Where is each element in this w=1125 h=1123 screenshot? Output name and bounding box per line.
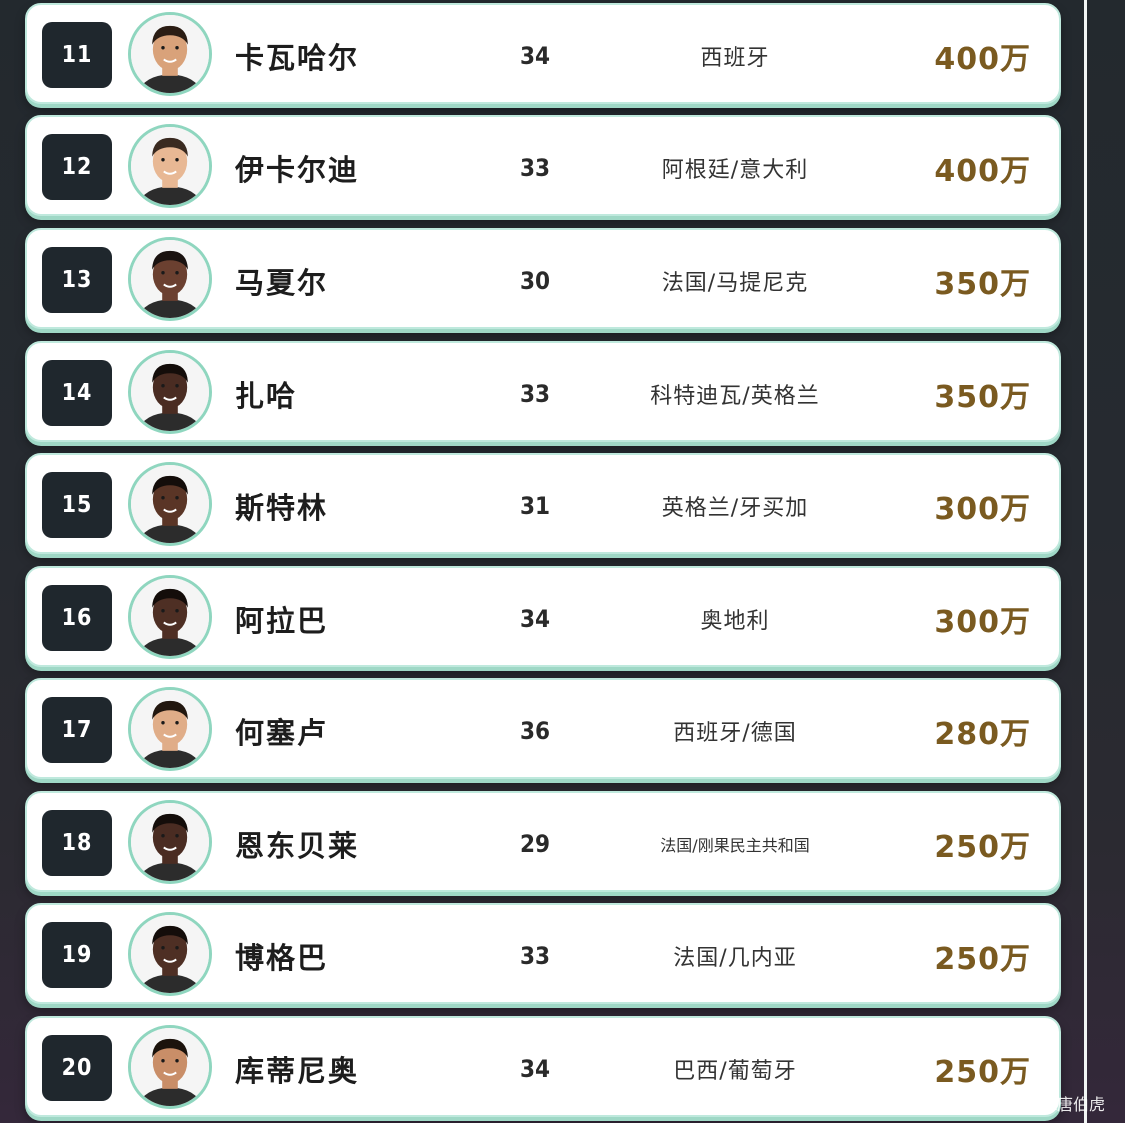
player-row[interactable]: 16 阿拉巴 34 奥地利 300万 xyxy=(25,566,1061,667)
player-value: 400万 xyxy=(934,153,1031,189)
player-age: 36 xyxy=(519,716,551,745)
player-nation: 巴西/葡萄牙 xyxy=(673,1058,797,1084)
player-portrait xyxy=(131,127,209,205)
player-avatar xyxy=(128,575,212,659)
player-avatar xyxy=(128,462,212,546)
rank-badge: 20 xyxy=(42,1035,112,1101)
player-nation: 法国/刚果民主共和国 xyxy=(660,835,810,855)
watermark-source: 网易号 xyxy=(981,1095,1030,1114)
player-avatar xyxy=(128,912,212,996)
player-avatar xyxy=(128,687,212,771)
player-value: 300万 xyxy=(934,604,1031,640)
player-avatar xyxy=(128,800,212,884)
player-avatar xyxy=(128,124,212,208)
player-nation: 法国/几内亚 xyxy=(673,945,797,971)
player-row[interactable]: 15 斯特林 31 英格兰/牙买加 300万 xyxy=(25,453,1061,554)
watermark-author: K唐伯虎 xyxy=(1046,1095,1106,1114)
player-age: 34 xyxy=(519,604,551,633)
player-portrait xyxy=(131,465,209,543)
player-avatar xyxy=(128,237,212,321)
player-list: 11 卡瓦哈尔 34 西班牙 400万 12 伊卡尔迪 33 阿根廷/意大利 4… xyxy=(0,0,1125,1123)
player-age: 33 xyxy=(519,379,551,408)
player-row[interactable]: 14 扎哈 33 科特迪瓦/英格兰 350万 xyxy=(25,341,1061,442)
player-age: 34 xyxy=(519,1054,551,1083)
rank-badge: 16 xyxy=(42,585,112,651)
player-portrait xyxy=(131,803,209,881)
player-portrait xyxy=(131,690,209,768)
player-value: 250万 xyxy=(934,941,1031,977)
player-age: 30 xyxy=(519,266,551,295)
player-name: 马夏尔 xyxy=(235,265,329,300)
player-portrait xyxy=(131,240,209,318)
player-nation: 西班牙 xyxy=(700,45,770,71)
rank-badge: 11 xyxy=(42,22,112,88)
player-value: 350万 xyxy=(934,379,1031,415)
player-avatar xyxy=(128,12,212,96)
watermark-separator: | xyxy=(1035,1093,1041,1113)
player-age: 33 xyxy=(519,941,551,970)
player-age: 33 xyxy=(519,153,551,182)
player-nation: 法国/马提尼克 xyxy=(661,270,809,296)
player-nation: 阿根廷/意大利 xyxy=(661,157,809,183)
rank-badge: 17 xyxy=(42,697,112,763)
player-name: 库蒂尼奥 xyxy=(235,1053,360,1088)
player-avatar xyxy=(128,350,212,434)
player-value: 400万 xyxy=(934,41,1031,77)
rank-badge: 12 xyxy=(42,134,112,200)
player-age: 34 xyxy=(519,41,551,70)
player-nation: 西班牙/德国 xyxy=(673,720,797,746)
player-name: 扎哈 xyxy=(235,378,298,413)
rank-badge: 18 xyxy=(42,810,112,876)
player-row[interactable]: 19 博格巴 33 法国/几内亚 250万 xyxy=(25,903,1061,1004)
player-row[interactable]: 18 恩东贝莱 29 法国/刚果民主共和国 250万 xyxy=(25,791,1061,892)
player-name: 斯特林 xyxy=(235,490,329,525)
rank-badge: 19 xyxy=(42,922,112,988)
player-age: 29 xyxy=(519,829,551,858)
player-nation: 科特迪瓦/英格兰 xyxy=(650,383,820,409)
player-value: 350万 xyxy=(934,266,1031,302)
player-name: 何塞卢 xyxy=(235,715,329,750)
watermark: 网易号 | K唐伯虎 xyxy=(981,1091,1105,1115)
player-name: 博格巴 xyxy=(235,940,329,975)
player-value: 250万 xyxy=(934,829,1031,865)
player-name: 阿拉巴 xyxy=(235,603,329,638)
player-portrait xyxy=(131,15,209,93)
player-value: 300万 xyxy=(934,491,1031,527)
player-portrait xyxy=(131,1028,209,1106)
player-name: 恩东贝莱 xyxy=(235,828,360,863)
player-portrait xyxy=(131,578,209,656)
player-name: 卡瓦哈尔 xyxy=(235,40,360,75)
rank-badge: 14 xyxy=(42,360,112,426)
player-row[interactable]: 11 卡瓦哈尔 34 西班牙 400万 xyxy=(25,3,1061,104)
player-avatar xyxy=(128,1025,212,1109)
player-row[interactable]: 13 马夏尔 30 法国/马提尼克 350万 xyxy=(25,228,1061,329)
player-row[interactable]: 20 库蒂尼奥 34 巴西/葡萄牙 250万 xyxy=(25,1016,1061,1117)
player-portrait xyxy=(131,915,209,993)
player-nation: 奥地利 xyxy=(700,608,770,634)
rank-badge: 15 xyxy=(42,472,112,538)
player-age: 31 xyxy=(519,491,551,520)
rank-badge: 13 xyxy=(42,247,112,313)
player-value: 280万 xyxy=(934,716,1031,752)
player-nation: 英格兰/牙买加 xyxy=(661,495,809,521)
player-name: 伊卡尔迪 xyxy=(235,152,360,187)
player-row[interactable]: 17 何塞卢 36 西班牙/德国 280万 xyxy=(25,678,1061,779)
player-row[interactable]: 12 伊卡尔迪 33 阿根廷/意大利 400万 xyxy=(25,115,1061,216)
player-portrait xyxy=(131,353,209,431)
